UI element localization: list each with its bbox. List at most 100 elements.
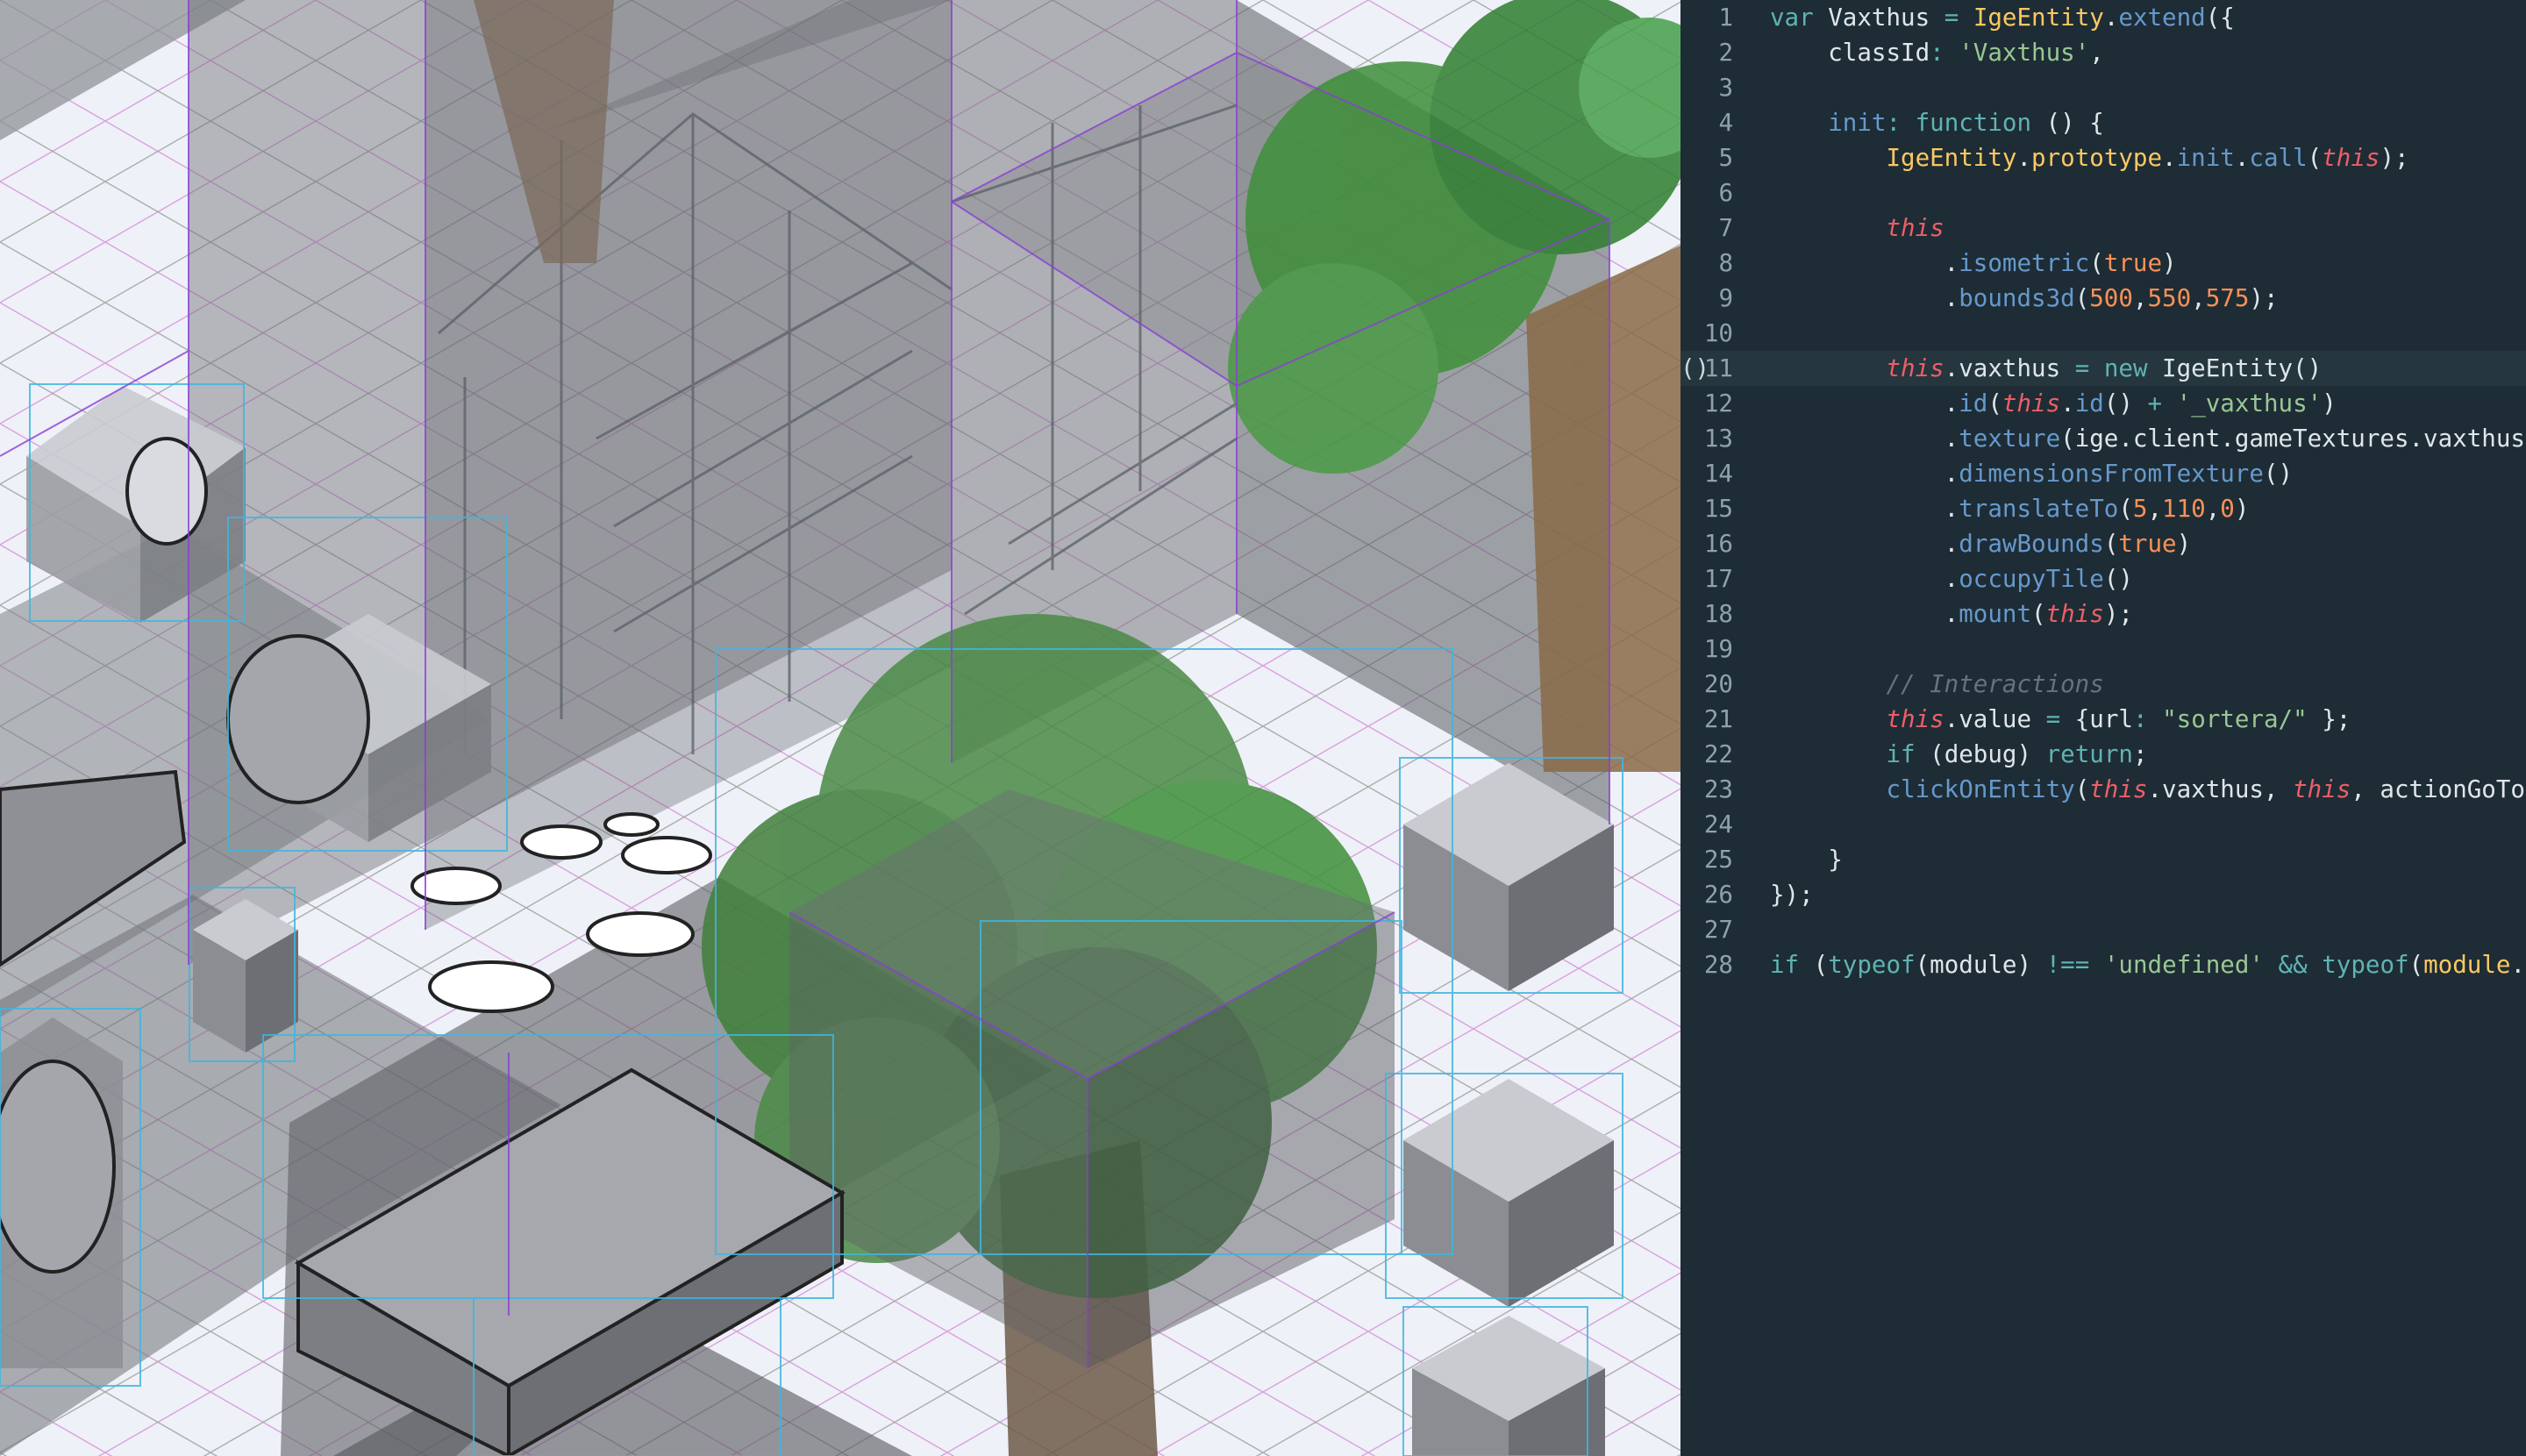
code-line[interactable]: 25 }	[1680, 842, 2526, 877]
code-line[interactable]: 13 .texture(ige.client.gameTextures.vaxt…	[1680, 421, 2526, 456]
code-token: .	[1770, 389, 1959, 418]
code-token: ,	[2147, 495, 2163, 523]
code-token: );	[2249, 284, 2279, 312]
code-text: init: function () {	[1770, 105, 2104, 140]
code-text: clickOnEntity(this.vaxthus, this, action…	[1770, 772, 2526, 807]
code-text: if (debug) return;	[1770, 737, 2148, 772]
code-token: (	[1799, 951, 1829, 979]
code-line[interactable]: 15 .translateTo(5,110,0)	[1680, 491, 2526, 526]
line-number: 22	[1703, 740, 1733, 768]
code-line[interactable]: 4 init: function () {	[1680, 105, 2526, 140]
code-token: this	[2002, 389, 2061, 418]
code-token: )	[2176, 530, 2192, 558]
line-number: 8	[1718, 249, 1733, 277]
isometric-scene	[0, 0, 1680, 1456]
code-line[interactable]: 2 classId: 'Vaxthus',	[1680, 35, 2526, 70]
code-line[interactable]: 16 .drawBounds(true)	[1680, 526, 2526, 561]
code-token: .	[2162, 144, 2177, 172]
code-line[interactable]: 12 .id(this.id() + '_vaxthus')	[1680, 386, 2526, 421]
code-token: .	[1770, 460, 1959, 488]
code-line[interactable]: () 11 this.vaxthus = new IgeEntity()	[1680, 351, 2526, 386]
code-token: classId	[1770, 39, 1930, 67]
code-token: !==	[2045, 951, 2090, 979]
code-token: dimensionsFromTexture	[1959, 460, 2264, 488]
code-line[interactable]: 9 .bounds3d(500,550,575);	[1680, 281, 2526, 316]
code-token: ,	[2191, 284, 2206, 312]
code-token: );	[2380, 144, 2409, 172]
code-line[interactable]: 27	[1680, 912, 2526, 947]
code-token: '_vaxthus'	[2176, 389, 2323, 418]
code-token: init	[1828, 109, 1887, 137]
code-text: if (typeof(module) !== 'undefined' && ty…	[1770, 947, 2526, 982]
line-number: 14	[1703, 460, 1733, 488]
code-line[interactable]: 22 if (debug) return;	[1680, 737, 2526, 772]
code-token: ,	[2132, 284, 2148, 312]
line-number: 3	[1718, 74, 1733, 102]
code-line[interactable]: 26});	[1680, 877, 2526, 912]
code-token: bounds3d	[1959, 284, 2075, 312]
code-token: (	[2074, 284, 2090, 312]
code-token: Vaxthus	[1813, 4, 1944, 32]
code-line[interactable]: 6	[1680, 175, 2526, 211]
code-token: :	[1930, 39, 1944, 67]
code-line[interactable]: 3	[1680, 70, 2526, 105]
code-text: .occupyTile()	[1770, 561, 2133, 596]
code-line[interactable]: 19	[1680, 632, 2526, 667]
code-line[interactable]: 28 if (typeof(module) !== 'undefined' && …	[1680, 947, 2526, 982]
code-line[interactable]: 17 .occupyTile()	[1680, 561, 2526, 596]
line-number: 18	[1703, 600, 1733, 628]
code-token: mount	[1959, 600, 2032, 628]
code-token: :	[1886, 109, 1902, 137]
code-line[interactable]: 7 this	[1680, 211, 2526, 246]
line-number: 5	[1718, 144, 1733, 172]
code-token: 110	[2162, 495, 2206, 523]
code-token: texture	[1959, 425, 2061, 453]
code-token: =	[1944, 4, 1959, 32]
code-token: occupyTile	[1959, 565, 2104, 593]
code-token: new	[2103, 354, 2148, 382]
code-token: () {	[2031, 109, 2104, 137]
code-line[interactable]: 10	[1680, 316, 2526, 351]
code-token: var	[1770, 4, 1814, 32]
line-number: 1	[1718, 4, 1733, 32]
code-token: init	[2176, 144, 2235, 172]
game-scene-canvas[interactable]	[0, 0, 1680, 1456]
code-token: (module)	[1915, 951, 2046, 979]
code-token: ;	[2132, 740, 2148, 768]
code-line[interactable]: 5 IgeEntity.prototype.init.call(this);	[1680, 140, 2526, 175]
code-token: if	[1886, 740, 1916, 768]
code-token: drawBounds	[1959, 530, 2104, 558]
code-token: extend	[2118, 4, 2206, 32]
code-token: ({	[2205, 4, 2235, 32]
code-token: });	[1770, 881, 1814, 909]
code-line[interactable]: 20 // Interactions	[1680, 667, 2526, 702]
code-line[interactable]: 1 var Vaxthus = IgeEntity.extend({	[1680, 0, 2526, 35]
code-token: prototype	[2031, 144, 2163, 172]
code-text: .id(this.id() + '_vaxthus')	[1770, 386, 2337, 421]
code-token: .	[2060, 389, 2075, 418]
line-number: 19	[1703, 635, 1733, 663]
code-text: .bounds3d(500,550,575);	[1770, 281, 2279, 316]
code-text: IgeEntity.prototype.init.call(this);	[1770, 140, 2409, 175]
code-line[interactable]: 8 .isometric(true)	[1680, 246, 2526, 281]
code-editor[interactable]: 1 var Vaxthus = IgeEntity.extend({2 class…	[1680, 0, 2526, 1456]
code-line[interactable]: 23 clickOnEntity(this.vaxthus, this, act…	[1680, 772, 2526, 807]
code-token: )	[2234, 495, 2250, 523]
code-token: this	[1886, 705, 1944, 733]
code-line[interactable]: 18 .mount(this);	[1680, 596, 2526, 632]
code-text: .dimensionsFromTexture()	[1770, 456, 2293, 491]
code-line[interactable]: 21 this.value = {url: "sortera/" };	[1680, 702, 2526, 737]
code-token: true	[2103, 249, 2163, 277]
code-line[interactable]: 24	[1680, 807, 2526, 842]
code-line[interactable]: 14 .dimensionsFromTexture()	[1680, 456, 2526, 491]
